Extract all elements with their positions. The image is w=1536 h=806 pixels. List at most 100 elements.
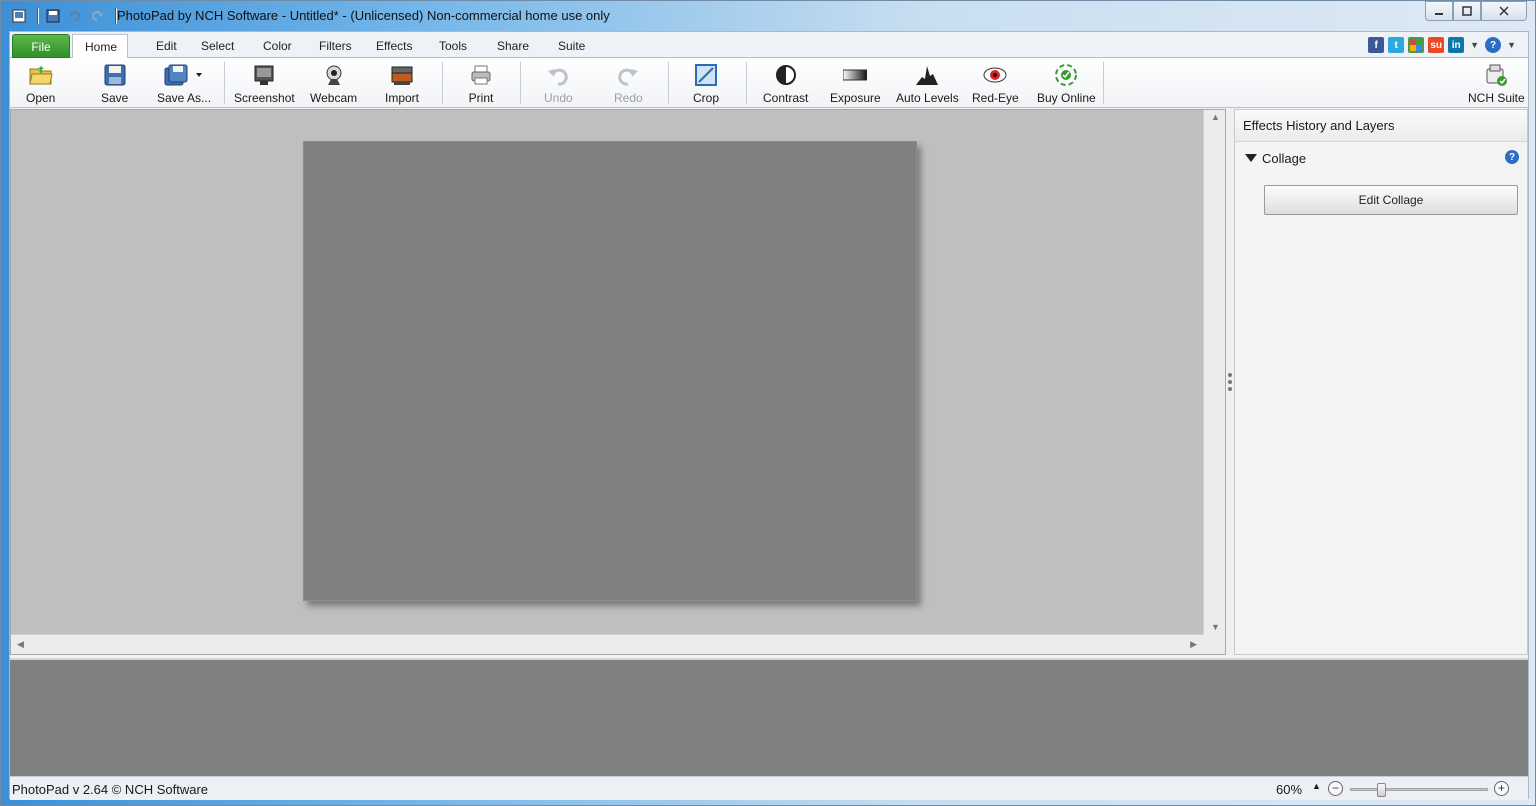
app-menu-icon[interactable] [11, 8, 27, 24]
screenshot-label: Screenshot [234, 91, 295, 105]
tab-suite[interactable]: Suite [546, 34, 597, 58]
zoom-in-button[interactable]: + [1494, 781, 1509, 796]
panel-splitter[interactable] [1226, 109, 1234, 655]
tab-tools[interactable]: Tools [427, 34, 479, 58]
tab-file[interactable]: File [12, 34, 70, 58]
layer-help-icon[interactable]: ? [1505, 150, 1519, 164]
window-controls [1425, 1, 1527, 21]
contrast-button[interactable]: Contrast [763, 62, 808, 106]
webcam-label: Webcam [310, 91, 358, 105]
twitter-icon[interactable]: t [1388, 37, 1405, 53]
stumbleupon-icon[interactable]: su [1428, 37, 1445, 53]
ribbon-tabs: File Home Edit Select Color Filters Effe… [10, 32, 1528, 59]
google-plus-icon[interactable] [1408, 37, 1425, 53]
open-label: Open [26, 91, 56, 105]
collage-image[interactable] [303, 141, 917, 601]
facebook-icon[interactable]: f [1368, 37, 1385, 53]
red-eye-button[interactable]: Red-Eye [972, 62, 1019, 106]
red-eye-label: Red-Eye [972, 91, 1019, 105]
linkedin-icon[interactable]: in [1448, 37, 1465, 53]
exposure-icon [842, 62, 868, 88]
version-text: PhotoPad v 2.64 © NCH Software [12, 782, 209, 797]
grip-dot-icon [1228, 380, 1232, 384]
histogram-icon [914, 62, 940, 88]
toolbar-divider [224, 62, 225, 104]
effects-history-panel: Effects History and Layers Collage ? Edi… [1234, 109, 1528, 655]
zoom-out-button[interactable]: − [1328, 781, 1343, 796]
client-area: File Home Edit Select Color Filters Effe… [9, 31, 1529, 800]
zoom-slider-thumb[interactable] [1377, 783, 1386, 797]
tab-filters[interactable]: Filters [307, 34, 364, 58]
nch-suite-label: NCH Suite [1468, 91, 1525, 105]
panel-title: Effects History and Layers [1235, 110, 1527, 142]
save-disk-icon [102, 62, 128, 88]
zoom-menu-icon[interactable]: ▲ [1312, 781, 1321, 791]
tab-select[interactable]: Select [189, 34, 246, 58]
zoom-percent[interactable]: 60% [1276, 782, 1302, 797]
quick-redo-icon[interactable] [89, 8, 105, 24]
maximize-icon [1462, 6, 1472, 16]
grip-dot-icon [1228, 373, 1232, 377]
vertical-scrollbar[interactable]: ▲ ▼ [1203, 110, 1225, 634]
redo-button[interactable]: Redo [614, 62, 643, 106]
webcam-button[interactable]: Webcam [310, 62, 357, 106]
image-canvas[interactable]: ▲ ▼ ◀ ▶ [10, 109, 1226, 655]
import-button[interactable]: Import [385, 62, 419, 106]
tab-effects[interactable]: Effects [364, 34, 424, 58]
nch-suite-button[interactable]: NCH Suite [1468, 62, 1525, 106]
help-dropdown-icon[interactable]: ▼ [1507, 40, 1516, 50]
quick-save-icon[interactable] [45, 8, 61, 24]
title-divider [37, 8, 39, 24]
scroll-right-icon[interactable]: ▶ [1190, 639, 1197, 650]
save-as-label: Save As... [157, 91, 212, 105]
undo-icon [545, 62, 571, 88]
tab-home[interactable]: Home [72, 34, 128, 59]
scroll-left-icon[interactable]: ◀ [17, 639, 24, 650]
edit-collage-button[interactable]: Edit Collage [1264, 185, 1518, 215]
scanner-icon [389, 62, 415, 88]
toolbar-divider [668, 62, 669, 104]
scroll-up-icon[interactable]: ▲ [1211, 112, 1220, 122]
tab-edit[interactable]: Edit [144, 34, 189, 58]
import-label: Import [385, 91, 420, 105]
undo-button[interactable]: Undo [544, 62, 573, 106]
help-icon[interactable]: ? [1485, 37, 1502, 53]
collapse-triangle-icon[interactable] [1245, 154, 1257, 162]
crop-button[interactable]: Crop [693, 62, 719, 106]
open-button[interactable]: Open [26, 62, 55, 106]
close-button[interactable] [1481, 1, 1527, 21]
save-as-button[interactable]: Save As... [157, 62, 211, 106]
tab-share[interactable]: Share [485, 34, 541, 58]
contrast-icon [773, 62, 799, 88]
screenshot-button[interactable]: Screenshot [234, 62, 295, 106]
chevron-down-icon[interactable]: ▼ [1470, 40, 1479, 50]
horizontal-scrollbar[interactable]: ◀ ▶ [11, 634, 1203, 654]
exposure-button[interactable]: Exposure [830, 62, 881, 106]
layer-row-collage[interactable]: Collage ? [1245, 148, 1519, 168]
redo-label: Redo [614, 91, 643, 105]
buy-online-label: Buy Online [1037, 91, 1096, 105]
maximize-button[interactable] [1453, 1, 1481, 21]
red-eye-icon [982, 62, 1008, 88]
webcam-icon [321, 62, 347, 88]
crop-label: Crop [693, 91, 720, 105]
zoom-slider[interactable] [1350, 783, 1488, 797]
redo-icon [615, 62, 641, 88]
ribbon-toolbar: Open Save Save As... Screenshot Webcam I… [10, 58, 1528, 108]
print-button[interactable]: Print [468, 62, 494, 106]
auto-levels-button[interactable]: Auto Levels [896, 62, 959, 106]
minimize-button[interactable] [1425, 1, 1453, 21]
save-label: Save [101, 91, 129, 105]
tab-color[interactable]: Color [251, 34, 304, 58]
save-button[interactable]: Save [101, 62, 128, 106]
undo-label: Undo [544, 91, 573, 105]
buy-online-button[interactable]: Buy Online [1037, 62, 1096, 106]
minimize-icon [1435, 13, 1443, 15]
printer-icon [468, 62, 494, 88]
quick-undo-icon[interactable] [67, 8, 83, 24]
save-as-icon [162, 62, 206, 88]
title-bar: PhotoPad by NCH Software - Untitled* - (… [1, 1, 1535, 31]
scroll-down-icon[interactable]: ▼ [1211, 622, 1220, 632]
social-links: f t su in ▼ ? ▼ [1368, 37, 1518, 53]
screenshot-icon [251, 62, 277, 88]
